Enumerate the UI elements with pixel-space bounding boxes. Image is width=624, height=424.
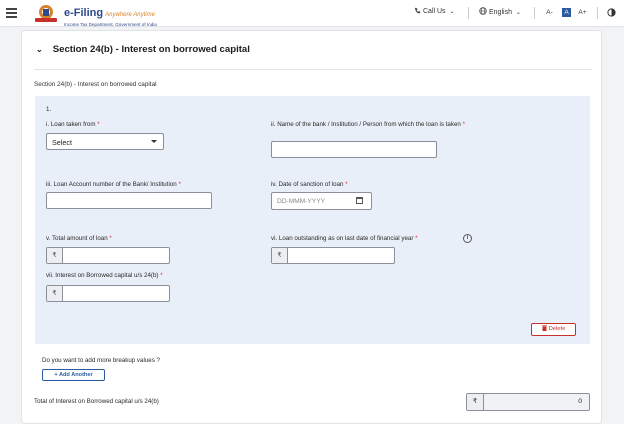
sanction-date-placeholder: DD-MMM-YYYY	[277, 197, 325, 205]
trash-icon	[541, 325, 547, 331]
account-no-label: iii. Loan Account number of the Bank/ In…	[46, 181, 181, 189]
rupee-icon: ₹	[272, 248, 288, 263]
required-mark: *	[345, 181, 348, 188]
account-no-label-text: iii. Loan Account number of the Bank/ In…	[46, 181, 177, 188]
brand[interactable]: e-Filing Anywhere Anytime Income Tax Depa…	[64, 3, 157, 27]
contrast-icon[interactable]	[607, 8, 616, 17]
bank-name-label: ii. Name of the bank / Institution / Per…	[271, 121, 481, 129]
total-loan-field[interactable]	[63, 248, 169, 263]
interest-field[interactable]	[63, 286, 169, 301]
section-title: Section 24(b) - Interest on borrowed cap…	[52, 44, 250, 55]
brand-tagline: Anywhere Anytime	[105, 12, 155, 18]
total-interest-display: ₹ 0	[466, 393, 590, 411]
required-mark: *	[415, 235, 418, 242]
total-loan-input[interactable]: ₹	[46, 247, 170, 264]
calendar-icon[interactable]	[356, 197, 363, 204]
caret-down-icon	[151, 140, 157, 143]
call-us-button[interactable]: Call Us ⌄	[414, 7, 455, 15]
outstanding-field[interactable]	[288, 248, 394, 263]
bank-name-label-text: ii. Name of the bank / Institution / Per…	[271, 121, 461, 128]
loan-from-label-text: i. Loan taken from	[46, 121, 96, 128]
required-mark: *	[97, 121, 100, 128]
menu-icon[interactable]	[6, 8, 17, 18]
add-another-button[interactable]: + Add Another	[42, 369, 105, 381]
sanction-date-label-text: iv. Date of sanction of loan	[271, 181, 344, 188]
top-bar: e-Filing Anywhere Anytime Income Tax Depa…	[0, 0, 624, 27]
font-decrease-button[interactable]: A-	[545, 8, 554, 17]
sanction-date-label: iv. Date of sanction of loan *	[271, 181, 348, 189]
total-loan-label-text: v. Total amount of loan	[46, 235, 108, 242]
chevron-down-icon: ⌄	[515, 10, 521, 16]
required-mark: *	[160, 272, 163, 279]
add-more-question: Do you want to add more breakup values ?	[42, 357, 160, 364]
required-mark: *	[109, 235, 112, 242]
emblem-logo[interactable]	[32, 3, 60, 23]
brand-name: e-Filing	[64, 7, 104, 19]
call-us-label: Call Us	[423, 8, 446, 15]
divider	[597, 7, 598, 19]
brand-subtitle: Income Tax Department, Government of Ind…	[64, 22, 157, 27]
account-no-input[interactable]	[46, 192, 212, 209]
loan-entry-panel: 1. i. Loan taken from * Select ii. Name …	[35, 96, 590, 344]
total-loan-label: v. Total amount of loan *	[46, 235, 112, 243]
rupee-icon: ₹	[467, 394, 484, 410]
delete-label: Delete	[548, 326, 566, 332]
divider	[534, 7, 535, 19]
entry-number: 1.	[46, 106, 52, 113]
chevron-down-icon[interactable]: ⌄	[36, 45, 43, 54]
section-subtitle: Section 24(b) - Interest on borrowed cap…	[34, 81, 157, 88]
globe-icon	[479, 7, 487, 15]
outstanding-input[interactable]: ₹	[271, 247, 395, 264]
section-card: ⌄ Section 24(b) - Interest on borrowed ca…	[21, 30, 602, 424]
language-select[interactable]: English ⌄	[479, 7, 521, 16]
phone-icon	[414, 7, 421, 14]
font-normal-button[interactable]: A	[562, 8, 571, 17]
divider	[34, 69, 592, 70]
language-label: English	[489, 9, 512, 16]
required-mark: *	[178, 181, 181, 188]
interest-input[interactable]: ₹	[46, 285, 170, 302]
outstanding-label: vi. Loan outstanding as on last date of …	[271, 235, 418, 243]
font-increase-button[interactable]: A+	[578, 8, 587, 17]
total-value: 0	[578, 398, 582, 405]
loan-from-value: Select	[52, 138, 72, 147]
info-icon[interactable]: i	[463, 234, 472, 243]
rupee-icon: ₹	[47, 286, 63, 301]
chevron-down-icon: ⌄	[449, 9, 455, 15]
section-header[interactable]: ⌄ Section 24(b) - Interest on borrowed ca…	[36, 44, 250, 55]
bank-name-input[interactable]	[271, 141, 437, 158]
required-mark: *	[462, 121, 466, 128]
total-label: Total of Interest on Borrowed capital u/…	[34, 398, 159, 405]
rupee-icon: ₹	[47, 248, 63, 263]
delete-button[interactable]: Delete	[531, 323, 576, 336]
divider	[468, 7, 469, 19]
interest-label-text: vii. Interest on Borrowed capital u/s 24…	[46, 272, 159, 279]
sanction-date-input[interactable]: DD-MMM-YYYY	[271, 192, 372, 210]
loan-from-select[interactable]: Select	[46, 133, 164, 150]
outstanding-label-text: vi. Loan outstanding as on last date of …	[271, 235, 414, 242]
loan-from-label: i. Loan taken from *	[46, 121, 100, 129]
interest-label: vii. Interest on Borrowed capital u/s 24…	[46, 272, 163, 280]
